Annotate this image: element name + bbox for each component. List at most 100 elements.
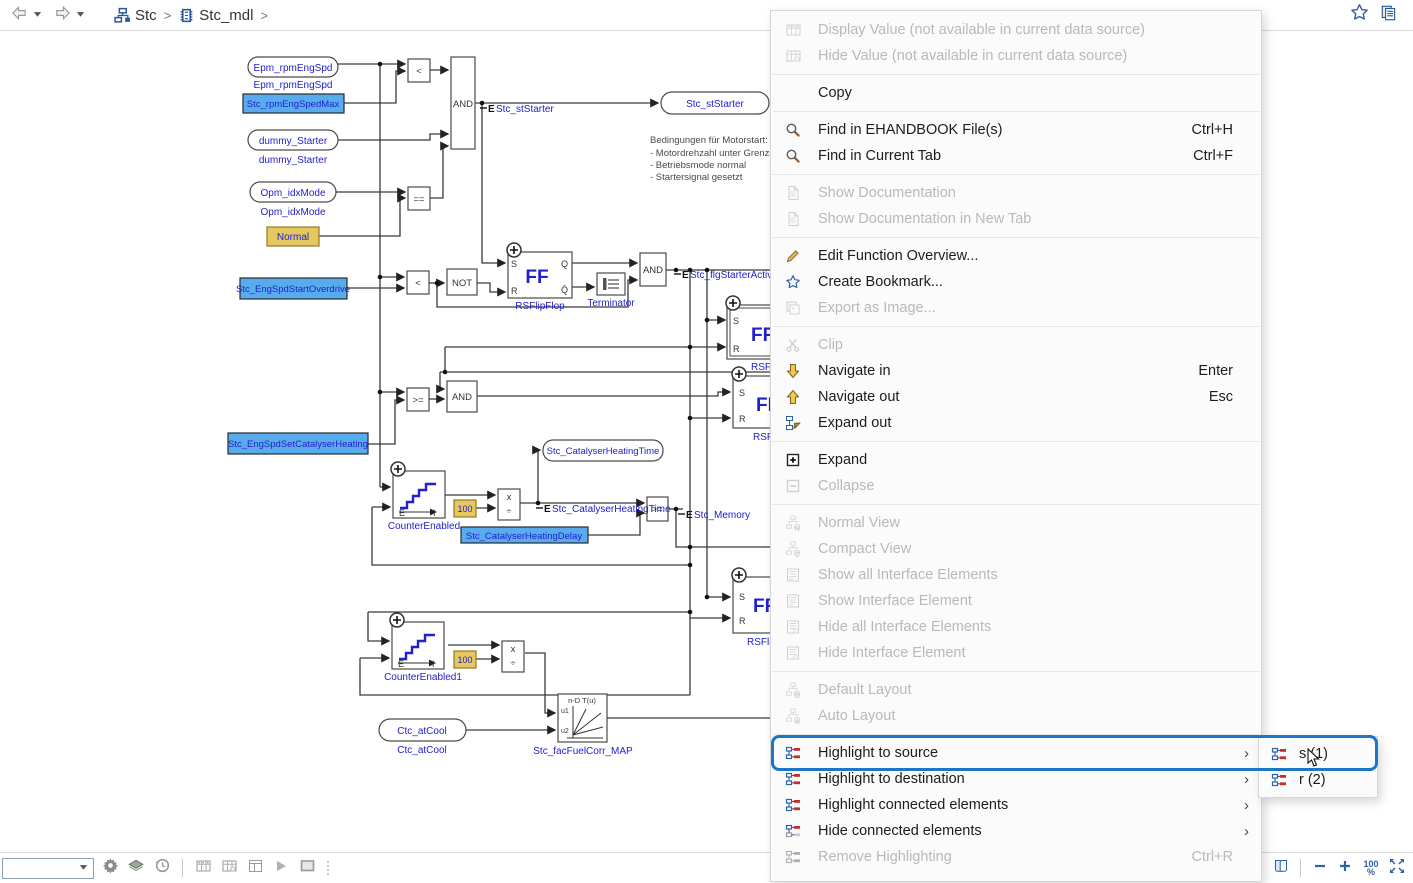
menu-item-label: Show all Interface Elements [818, 567, 1215, 583]
hide-value-button[interactable] [219, 858, 239, 878]
back-button[interactable] [10, 5, 43, 26]
plus-box-icon [783, 452, 803, 468]
port-stc-ststarter-output[interactable]: Stc_stStarter [661, 92, 769, 114]
window-layout-icon [247, 858, 264, 879]
window-layout-button[interactable] [245, 858, 265, 878]
constant-100-b[interactable]: 100 [454, 651, 476, 668]
menu-item-navigate-in[interactable]: Navigate inEnter [771, 358, 1261, 384]
and-block-tall[interactable]: AND [451, 57, 475, 149]
menu-item-edit-function-overview[interactable]: Edit Function Overview... [771, 243, 1261, 269]
menu-item-expand[interactable]: Expand [771, 447, 1261, 473]
breadcrumb-item-stc[interactable]: Stc [114, 7, 157, 24]
hide-value-icon [783, 48, 803, 64]
expand-badge-icon[interactable] [507, 243, 521, 257]
multiply-divide-block-2[interactable]: x ÷ [502, 641, 524, 672]
menu-item-find-in-ehandbook-files[interactable]: Find in EHANDBOOK File(s)Ctrl+H [771, 117, 1261, 143]
submenu-item-source-s[interactable]: s (1) [1259, 741, 1377, 767]
zoom-in-button[interactable] [1335, 858, 1355, 878]
menu-item-hide-value: Hide Value (not available in current dat… [771, 43, 1261, 69]
expand-badge-icon[interactable] [732, 367, 746, 381]
menu-item-default-layout: DDefault Layout [771, 677, 1261, 703]
menu-item-label: Hide all Interface Elements [818, 619, 1215, 635]
settings-button[interactable] [100, 858, 120, 878]
svg-text:CounterEnabled1: CounterEnabled1 [384, 672, 462, 683]
svg-text:Stc_flgStarterActive: Stc_flgStarterActive [690, 270, 778, 281]
menu-item-copy[interactable]: Copy [771, 80, 1261, 106]
menu-item-highlight-connected-elements[interactable]: Highlight connected elements› [771, 792, 1261, 818]
compare-gte-block-1[interactable]: >= [407, 388, 429, 411]
svg-text:E: E [544, 504, 551, 515]
screen-button[interactable] [297, 858, 317, 878]
port-opm-idxmode[interactable]: Opm_idxMode Opm_idxMode [250, 182, 336, 218]
expand-badge-icon[interactable] [726, 296, 740, 310]
interface-catalyser-heating-delay[interactable]: Stc_CatalyserHeatingDelay [461, 527, 588, 543]
forward-history-caret-icon[interactable] [75, 6, 86, 24]
svg-text:Normal: Normal [277, 232, 309, 243]
status-dropdown[interactable] [2, 858, 94, 879]
rsflipflop-block[interactable]: FF S R Q Q̄ RSFlipFlop [507, 243, 572, 312]
menu-item-label: Collapse [818, 478, 1215, 494]
svg-text:N: N [795, 526, 800, 531]
bookmark-star-button[interactable] [1349, 5, 1369, 25]
port-dummy-starter[interactable]: dummy_Starter dummy_Starter [248, 130, 338, 166]
counter-enabled1-block[interactable]: E I CounterEnabled1 [384, 613, 462, 683]
compare-lt-block-2[interactable]: < [407, 271, 429, 294]
menu-item-navigate-out[interactable]: Navigate outEsc [771, 384, 1261, 410]
equals-block[interactable]: == [408, 187, 430, 210]
constant-normal[interactable]: Normal [267, 227, 319, 246]
svg-text:Stc_CatalyserHeatingTime: Stc_CatalyserHeatingTime [552, 504, 671, 515]
search-icon [783, 122, 803, 138]
svg-text:AND: AND [643, 265, 663, 276]
toolbar-drag-handle[interactable] [327, 861, 329, 875]
toolbar-separator [1300, 859, 1301, 877]
menu-item-label: Export as Image... [818, 300, 1215, 316]
expand-badge-icon[interactable] [391, 462, 405, 476]
documentation-pages-button[interactable] [1379, 5, 1399, 25]
port-catalyser-heating-time[interactable]: Stc_CatalyserHeatingTime [543, 440, 663, 461]
counter-enabled-block[interactable]: E I CounterEnabled [388, 462, 460, 532]
port-epm-rpmengspd[interactable]: Epm_rpmEngSpd Epm_rpmEngSpd [248, 57, 338, 91]
svg-text:I: I [433, 508, 436, 518]
multiply-divide-block-1[interactable]: x ÷ [498, 489, 520, 520]
constant-100-a[interactable]: 100 [454, 500, 476, 517]
forward-button[interactable] [53, 5, 86, 26]
svg-text:x: x [507, 492, 512, 503]
book-panel-button[interactable] [1271, 858, 1291, 878]
history-button[interactable] [152, 858, 172, 878]
fuel-corr-map-block[interactable]: n-D T(u) u1 u2 Stc_facFuelCorr_MAP [533, 694, 633, 757]
expand-badge-icon[interactable] [390, 613, 404, 627]
port-ctc-atcool[interactable]: Ctc_atCool Ctc_atCool [379, 719, 466, 756]
layers-button[interactable] [126, 858, 146, 878]
annotation-motorstart-conditions: Bedingungen für Motorstart: - Motordrehz… [650, 135, 775, 183]
svg-text:Stc_stStarter: Stc_stStarter [496, 104, 554, 115]
interface-engspd-set-catalyser-heating[interactable]: Stc_EngSpdSetCatalyserHeating [228, 433, 368, 454]
display-value-button[interactable] [193, 858, 213, 878]
zoom-out-button[interactable] [1310, 858, 1330, 878]
compare-lt-block-1[interactable]: < [408, 59, 430, 82]
back-history-caret-icon[interactable] [32, 6, 43, 24]
play-button[interactable] [271, 858, 291, 878]
fit-screen-button[interactable] [1387, 858, 1407, 878]
svg-text:- Betriebsmode normal: - Betriebsmode normal [650, 160, 746, 171]
menu-item-export-as-image: Export as Image... [771, 295, 1261, 321]
and-block-2[interactable]: AND [640, 253, 666, 286]
submenu-item-source-r[interactable]: r (2) [1259, 767, 1377, 793]
highlight-icon [783, 745, 803, 761]
menu-item-display-value: Display Value (not available in current … [771, 17, 1261, 43]
breadcrumb-label: Stc_mdl [199, 7, 253, 24]
menu-item-highlight-to-destination[interactable]: Highlight to destination› [771, 766, 1261, 792]
menu-item-hide-connected-elements[interactable]: Hide connected elements› [771, 818, 1261, 844]
menu-item-find-in-current-tab[interactable]: Find in Current TabCtrl+F [771, 143, 1261, 169]
not-block[interactable]: NOT [447, 269, 477, 295]
and-block-3[interactable]: AND [447, 381, 477, 412]
breadcrumb-item-stc_mdl[interactable]: Stc_mdl [178, 7, 253, 24]
zoom-100-button[interactable]: 100% [1360, 860, 1382, 876]
expand-badge-icon[interactable] [732, 568, 746, 582]
menu-item-highlight-to-source[interactable]: Highlight to source› [771, 740, 1261, 766]
play-icon [273, 858, 289, 879]
menu-item-create-bookmark[interactable]: Create Bookmark... [771, 269, 1261, 295]
interface-rpm-eng-sped-max[interactable]: Stc_rpmEngSpedMax [243, 94, 344, 113]
menu-item-expand-out[interactable]: Expand out [771, 410, 1261, 436]
interface-engspd-start-overdrive[interactable]: Stc_EngSpdStartOverdrive [236, 278, 350, 299]
screen-icon [299, 858, 316, 879]
